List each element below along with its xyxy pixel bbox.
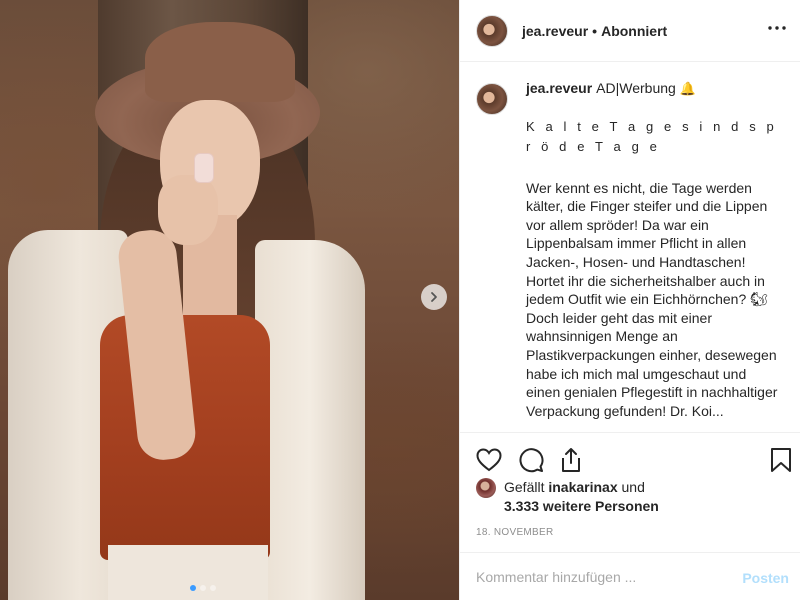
caption-row: jea.reveur AD|Werbung 🔔 K a l t e T a g e … bbox=[460, 63, 800, 420]
avatar[interactable] bbox=[476, 14, 508, 47]
liker-avatar[interactable] bbox=[476, 478, 496, 498]
header-username[interactable]: jea.reveur bbox=[522, 23, 588, 39]
share-icon bbox=[562, 448, 580, 472]
heart-icon bbox=[476, 448, 502, 472]
hand bbox=[158, 175, 218, 245]
carousel-dots bbox=[190, 585, 216, 591]
likes-prefix: Gefällt bbox=[504, 479, 545, 495]
carousel-dot bbox=[200, 585, 206, 591]
lip-balm bbox=[194, 153, 214, 183]
caption-header-line: jea.reveur AD|Werbung 🔔 bbox=[526, 79, 784, 99]
next-slide-button[interactable] bbox=[421, 284, 447, 310]
bell-icon: 🔔 bbox=[679, 81, 696, 96]
post-photo[interactable] bbox=[0, 0, 459, 600]
caption-avatar[interactable] bbox=[476, 83, 508, 115]
carousel-dot bbox=[190, 585, 196, 591]
bookmark-icon bbox=[771, 448, 791, 472]
comment-input[interactable] bbox=[476, 568, 731, 585]
caption-body: jea.reveur AD|Werbung 🔔 K a l t e T a g e … bbox=[526, 79, 784, 420]
liker-username[interactable]: inakarinax bbox=[548, 479, 617, 495]
coat-right bbox=[255, 240, 365, 600]
hat-crown bbox=[145, 22, 295, 102]
post-side-panel: jea.reveur • Abonniert jea.reveur AD|Werb… bbox=[459, 0, 800, 600]
share-button[interactable] bbox=[556, 445, 586, 475]
carousel-dot bbox=[210, 585, 216, 591]
caption-spaced-title: K a l t e T a g e s i n d s p r ö d e T … bbox=[526, 118, 778, 154]
caption-tag: AD|Werbung bbox=[596, 80, 676, 96]
caption-username[interactable]: jea.reveur bbox=[526, 80, 592, 96]
comment-icon bbox=[519, 448, 544, 473]
pants bbox=[108, 545, 268, 600]
post-comment-button[interactable]: Posten bbox=[742, 570, 789, 586]
like-button[interactable] bbox=[474, 445, 504, 475]
post-header: jea.reveur • Abonniert bbox=[460, 0, 800, 62]
more-options-button[interactable] bbox=[765, 16, 789, 40]
comment-bar: Posten bbox=[460, 552, 800, 600]
header-separator: • bbox=[592, 22, 598, 39]
likes-summary: Gefällt inakarinax und 3.333 weitere Per… bbox=[476, 478, 659, 516]
more-icon bbox=[768, 26, 786, 30]
likes-connector: und bbox=[621, 479, 645, 495]
chevron-right-icon bbox=[431, 292, 437, 302]
likes-others[interactable]: 3.333 weitere Personen bbox=[504, 498, 659, 514]
post-date[interactable]: 18. NOVEMBER bbox=[476, 527, 554, 538]
comment-button[interactable] bbox=[516, 445, 546, 475]
caption-text: Wer kennt es nicht, die Tage werden kält… bbox=[526, 179, 778, 419]
caption-area[interactable]: jea.reveur AD|Werbung 🔔 K a l t e T a g e … bbox=[460, 63, 800, 430]
follow-status[interactable]: Abonniert bbox=[601, 23, 667, 39]
likes-text: Gefällt inakarinax und 3.333 weitere Per… bbox=[504, 478, 659, 516]
save-button[interactable] bbox=[766, 445, 796, 475]
